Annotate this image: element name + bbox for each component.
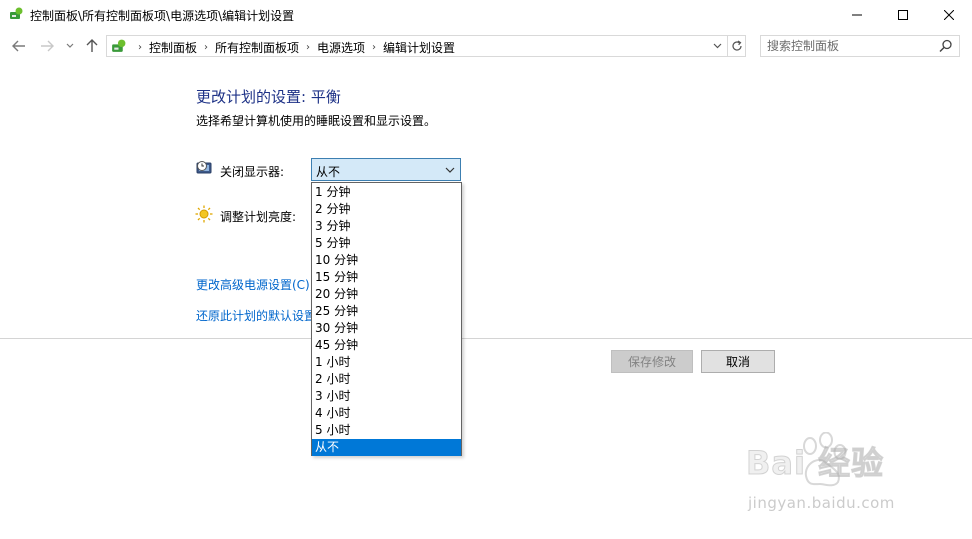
title-bar: 控制面板\所有控制面板项\电源选项\编辑计划设置 (0, 0, 972, 30)
search-box[interactable] (760, 35, 960, 57)
recent-locations-chevron-icon[interactable] (63, 36, 77, 56)
control-panel-icon (110, 38, 127, 55)
brightness-sun-icon (195, 205, 213, 223)
breadcrumb-item-power-options[interactable]: 电源选项 (317, 39, 365, 56)
dropdown-option[interactable]: 5 分钟 (312, 235, 461, 252)
dropdown-option[interactable]: 2 小时 (312, 371, 461, 388)
close-button[interactable] (926, 0, 972, 30)
up-button[interactable] (83, 36, 101, 56)
dropdown-option[interactable]: 4 小时 (312, 405, 461, 422)
forward-button[interactable] (38, 36, 56, 56)
dropdown-option[interactable]: 25 分钟 (312, 303, 461, 320)
breadcrumb-separator-icon[interactable]: › (131, 42, 149, 53)
watermark-brand: Bai 经验 (745, 444, 885, 483)
chevron-down-icon[interactable] (444, 164, 456, 176)
dropdown-option[interactable]: 15 分钟 (312, 269, 461, 286)
monitor-clock-icon (196, 160, 213, 177)
dropdown-option[interactable]: 2 分钟 (312, 201, 461, 218)
control-panel-icon (8, 6, 24, 22)
dropdown-option[interactable]: 3 分钟 (312, 218, 461, 235)
maximize-button[interactable] (880, 0, 926, 30)
address-bar[interactable]: › 控制面板 › 所有控制面板项 › 电源选项 › 编辑计划设置 (106, 35, 746, 57)
back-button[interactable] (10, 36, 28, 56)
cancel-button[interactable]: 取消 (701, 350, 775, 373)
minimize-button[interactable] (834, 0, 880, 30)
breadcrumb: › 控制面板 › 所有控制面板项 › 电源选项 › 编辑计划设置 (131, 39, 455, 56)
watermark-url: jingyan.baidu.com (748, 494, 895, 512)
turn-off-display-value: 从不 (316, 165, 341, 179)
address-history-chevron-icon[interactable] (708, 36, 726, 56)
breadcrumb-separator-icon[interactable]: › (197, 42, 215, 53)
page-title: 更改计划的设置: 平衡 (196, 88, 341, 106)
breadcrumb-item-edit-plan[interactable]: 编辑计划设置 (383, 39, 455, 56)
divider (0, 338, 972, 339)
dropdown-option[interactable]: 30 分钟 (312, 320, 461, 337)
window-title: 控制面板\所有控制面板项\电源选项\编辑计划设置 (30, 9, 295, 23)
dropdown-option[interactable]: 45 分钟 (312, 337, 461, 354)
turn-off-display-dropdown-list: 1 分钟 2 分钟 3 分钟 5 分钟 10 分钟 15 分钟 20 分钟 25 分钟 30 分… (311, 182, 462, 456)
dropdown-option[interactable]: 3 小时 (312, 388, 461, 405)
turn-off-display-label: 关闭显示器: (220, 165, 285, 179)
advanced-power-settings-link[interactable]: 更改高级电源设置(C) (196, 276, 310, 293)
breadcrumb-item-control-panel[interactable]: 控制面板 (149, 39, 197, 56)
dropdown-option[interactable]: 5 小时 (312, 422, 461, 439)
dropdown-option[interactable]: 1 小时 (312, 354, 461, 371)
save-changes-button[interactable]: 保存修改 (611, 350, 693, 373)
breadcrumb-separator-icon[interactable]: › (365, 42, 383, 53)
dropdown-option[interactable]: 10 分钟 (312, 252, 461, 269)
turn-off-display-select[interactable]: 从不 (311, 158, 461, 181)
navigation-bar: › 控制面板 › 所有控制面板项 › 电源选项 › 编辑计划设置 (0, 33, 972, 59)
baidu-jingyan-watermark: Bai 经验 jingyan.baidu.com (742, 431, 932, 522)
adjust-brightness-label: 调整计划亮度: (220, 210, 297, 224)
dropdown-option[interactable]: 1 分钟 (312, 184, 461, 201)
search-icon[interactable] (939, 39, 953, 53)
page-description: 选择希望计算机使用的睡眠设置和显示设置。 (196, 114, 437, 128)
refresh-icon[interactable] (727, 36, 746, 56)
breadcrumb-item-all-items[interactable]: 所有控制面板项 (215, 39, 299, 56)
search-input[interactable] (767, 38, 932, 54)
dropdown-option[interactable]: 20 分钟 (312, 286, 461, 303)
breadcrumb-separator-icon[interactable]: › (299, 42, 317, 53)
restore-defaults-link[interactable]: 还原此计划的默认设置 (196, 307, 316, 324)
dropdown-option[interactable]: 从不 (312, 439, 461, 456)
